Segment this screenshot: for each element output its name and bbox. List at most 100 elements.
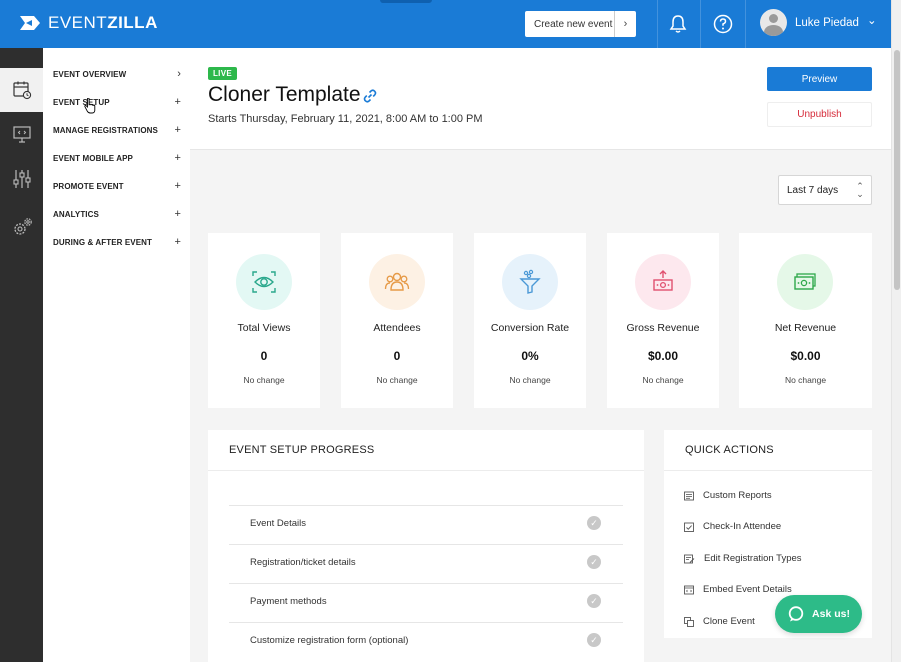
stat-card-total-views: Total Views 0 No change (208, 233, 320, 408)
stat-icon-circle (236, 254, 292, 310)
eventzilla-logo[interactable]: EVENTZILLA (20, 13, 158, 33)
people-group-icon (384, 272, 410, 291)
quick-action-clone-event[interactable]: Clone Event (684, 616, 755, 627)
quick-action-label: Custom Reports (703, 490, 772, 501)
eye-scan-icon (252, 271, 276, 293)
stat-value: $0.00 (790, 349, 821, 363)
money-bill-icon (794, 273, 816, 290)
status-badge: LIVE (208, 67, 237, 80)
stat-change: No change (243, 375, 285, 385)
topbar-divider (745, 0, 746, 48)
link-icon[interactable] (362, 88, 378, 104)
nav-item-label: EVENT SETUP (53, 97, 110, 107)
plus-icon: + (174, 96, 181, 108)
check-circle-icon: ✓ (587, 633, 601, 647)
drag-handle[interactable] (380, 0, 432, 3)
nav-item-promote-event[interactable]: PROMOTE EVENT + (53, 176, 181, 196)
page-scrollbar[interactable] (891, 0, 901, 662)
event-header: LIVE Cloner Template Starts Thursday, Fe… (190, 48, 891, 150)
calendar-clock-icon[interactable] (12, 80, 32, 100)
nav-item-event-mobile-app[interactable]: EVENT MOBILE APP + (53, 148, 181, 168)
logo-text: EVENTZILLA (48, 13, 158, 32)
progress-item[interactable]: Event Details ✓ (229, 505, 623, 544)
ask-us-label: Ask us! (812, 608, 850, 620)
plus-icon: + (174, 124, 181, 136)
quick-action-label: Embed Event Details (703, 584, 792, 595)
edit-list-icon (684, 554, 695, 563)
nav-item-label: ANALYTICS (53, 209, 99, 219)
checkin-icon (684, 522, 694, 532)
nav-item-label: EVENT OVERVIEW (53, 69, 127, 79)
logo-mark-icon (20, 16, 40, 30)
event-nav-menu: EVENT OVERVIEW › EVENT SETUP + MANAGE RE… (43, 48, 190, 662)
progress-item[interactable]: Registration/ticket details ✓ (229, 544, 623, 583)
stat-value: 0% (521, 349, 539, 363)
clone-icon (684, 616, 694, 627)
unpublish-button[interactable]: Unpublish (767, 102, 872, 127)
chevron-right-icon[interactable]: › (615, 18, 636, 30)
embed-icon (684, 585, 694, 594)
stat-icon-circle (635, 254, 691, 310)
stat-icon-circle (777, 254, 833, 310)
page-title: Cloner Template (208, 83, 361, 106)
nav-item-label: DURING & AFTER EVENT (53, 237, 153, 247)
nav-item-event-overview[interactable]: EVENT OVERVIEW › (53, 64, 181, 84)
progress-item-label: Customize registration form (optional) (250, 635, 409, 646)
chevron-right-icon: › (177, 68, 181, 80)
stat-card-net-revenue: Net Revenue $0.00 No change (739, 233, 872, 408)
chat-bubble-icon (788, 606, 804, 622)
progress-item-label: Payment methods (250, 596, 327, 607)
quick-action-edit-registration-types[interactable]: Edit Registration Types (684, 553, 802, 564)
create-new-event-label: Create new event (534, 18, 613, 30)
date-range-value: Last 7 days (787, 184, 839, 196)
nav-item-label: MANAGE REGISTRATIONS (53, 125, 158, 135)
setup-progress-panel: EVENT SETUP PROGRESS Event Details ✓ Reg… (208, 430, 644, 662)
nav-item-during-after-event[interactable]: DURING & AFTER EVENT + (53, 232, 181, 252)
nav-item-event-setup[interactable]: EVENT SETUP + (53, 92, 181, 112)
topbar-divider (657, 0, 658, 48)
question-icon[interactable] (712, 13, 734, 35)
progress-item-label: Registration/ticket details (250, 557, 356, 568)
gears-icon[interactable] (12, 216, 34, 238)
scrollbar-thumb[interactable] (894, 50, 900, 290)
progress-item[interactable]: Customize registration form (optional) ✓ (229, 622, 623, 661)
nav-item-manage-registrations[interactable]: MANAGE REGISTRATIONS + (53, 120, 181, 140)
nav-item-analytics[interactable]: ANALYTICS + (53, 204, 181, 224)
stat-change: No change (509, 375, 551, 385)
check-circle-icon: ✓ (587, 594, 601, 608)
funnel-icon (519, 269, 541, 294)
report-icon (684, 491, 694, 500)
icon-rail (0, 48, 43, 662)
plus-icon: + (174, 208, 181, 220)
progress-item[interactable]: Payment methods ✓ (229, 583, 623, 622)
avatar[interactable] (760, 9, 787, 36)
divider (664, 470, 872, 471)
event-dates: Starts Thursday, February 11, 2021, 8:00… (208, 113, 483, 125)
ask-us-chat-button[interactable]: Ask us! (775, 595, 862, 633)
stat-label: Total Views (237, 322, 291, 334)
top-bar: EVENTZILLA Create new event › Luke Pieda… (0, 0, 891, 48)
nav-item-label: PROMOTE EVENT (53, 181, 124, 191)
hand-cursor-icon (84, 98, 96, 114)
presentation-code-icon[interactable] (12, 124, 32, 144)
user-menu[interactable]: Luke Piedad ⌄ (760, 9, 877, 36)
sliders-icon[interactable] (12, 168, 32, 190)
select-arrows-icon: ⌃ ⌄ (856, 181, 864, 199)
bell-icon[interactable] (667, 13, 689, 35)
stat-value: 0 (260, 349, 268, 363)
stat-value: 0 (393, 349, 401, 363)
quick-action-custom-reports[interactable]: Custom Reports (684, 490, 772, 501)
quick-action-check-in-attendee[interactable]: Check-In Attendee (684, 521, 781, 532)
stat-icon-circle (369, 254, 425, 310)
stat-label: Gross Revenue (626, 322, 700, 334)
quick-action-label: Clone Event (703, 616, 755, 627)
preview-button[interactable]: Preview (767, 67, 872, 91)
stat-change: No change (784, 375, 827, 385)
stat-value: $0.00 (647, 349, 679, 363)
quick-action-embed-event-details[interactable]: Embed Event Details (684, 584, 792, 595)
stat-card-gross-revenue: Gross Revenue $0.00 No change (607, 233, 719, 408)
create-new-event-button[interactable]: Create new event › (525, 11, 636, 37)
date-range-select[interactable]: Last 7 days ⌃ ⌄ (778, 175, 872, 205)
money-up-icon (653, 270, 673, 291)
quick-action-label: Check-In Attendee (703, 521, 782, 532)
